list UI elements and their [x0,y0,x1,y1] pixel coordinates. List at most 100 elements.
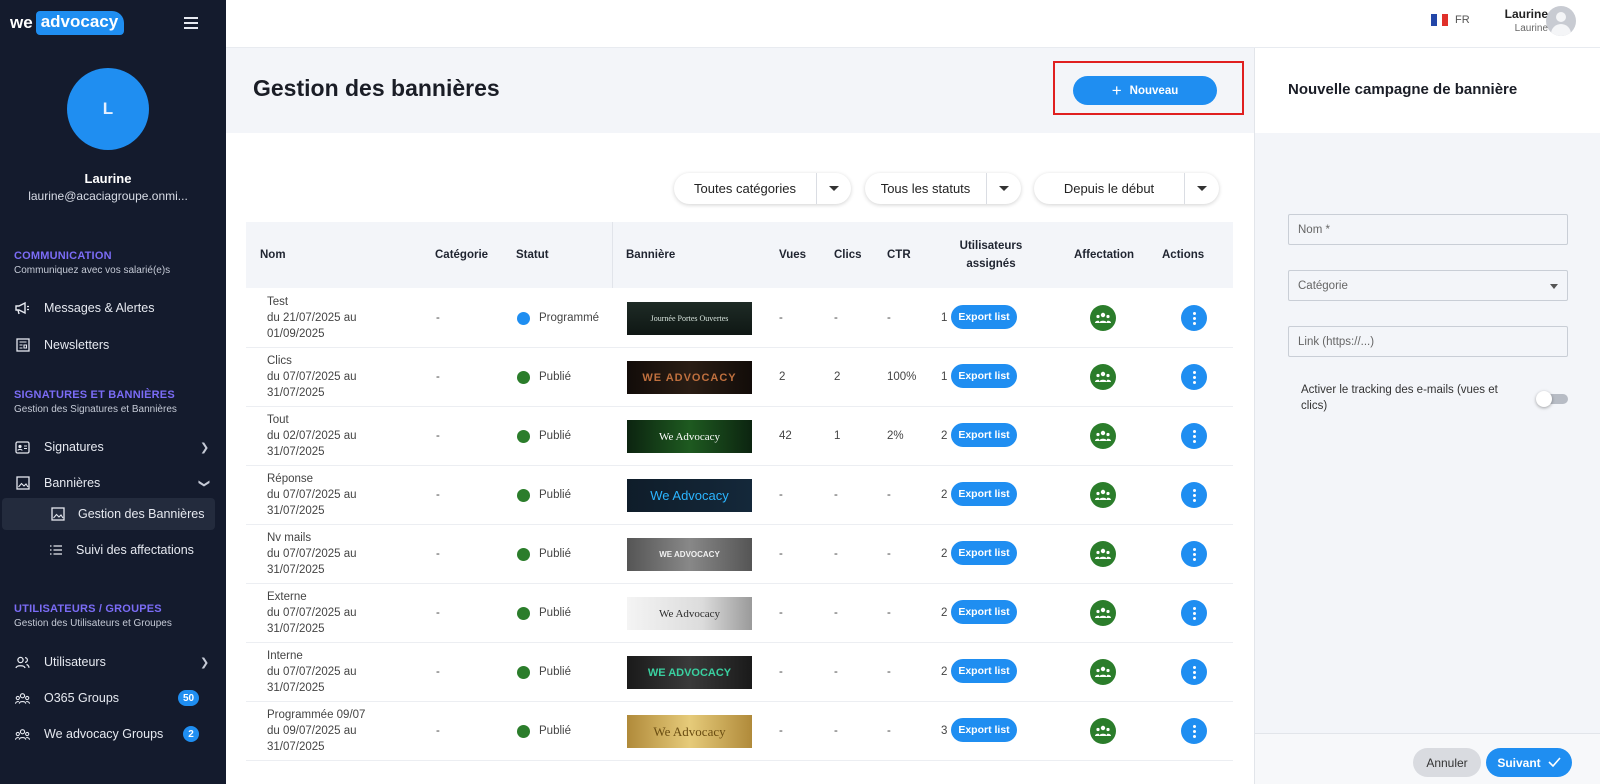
assignment-button[interactable] [1090,305,1116,331]
row-actions-menu-button[interactable] [1181,659,1207,685]
link-field[interactable]: Link (https://...) [1288,326,1568,357]
assignment-button[interactable] [1090,659,1116,685]
sidebar-item-label: O365 Groups [44,691,120,705]
app-logo[interactable]: we advocacy [10,10,125,36]
export-list-button[interactable]: Export list [951,541,1017,565]
assigned-count: 2 [941,666,948,678]
assignment-button[interactable] [1090,482,1116,508]
assignment-button[interactable] [1090,423,1116,449]
sidebar-item-utilisateurs[interactable]: Utilisateurs ❯ [0,646,216,678]
row-actions-menu-button[interactable] [1181,423,1207,449]
table-row[interactable]: Archivée 09/07 [246,760,1233,784]
table-row[interactable]: Réponse du 07/07/2025 au 31/07/2025 - Publié… [246,465,1233,525]
export-list-button[interactable]: Export list [951,423,1017,447]
sidebar-item-suivi-affectations[interactable]: Suivi des affectations [0,534,216,566]
table-row[interactable]: Programmée 09/07 du 09/07/2025 au 31/07/20… [246,701,1233,761]
banner-thumbnail[interactable]: We Advocacy [627,420,752,453]
table-row[interactable]: Externe du 07/07/2025 au 31/07/2025 - Publié… [246,583,1233,643]
banner-date-end: 31/07/2025 [267,682,325,694]
sidebar: we advocacy L Laurine laurine@acaciagrou… [0,0,226,784]
name-field[interactable]: Nom * [1288,214,1568,245]
export-list-button[interactable]: Export list [951,718,1017,742]
status-dot-icon [517,488,530,502]
category-select[interactable]: Catégorie [1288,270,1568,301]
banner-thumbnail[interactable]: WE ADVOCACY [627,538,752,571]
assignment-button[interactable] [1090,364,1116,390]
row-actions-menu-button[interactable] [1181,364,1207,390]
column-header-category[interactable]: Catégorie [435,222,488,288]
banner-thumbnail[interactable]: We Advocacy [627,597,752,630]
banner-name-cell: Nv mails du 07/07/2025 au 31/07/2025 [267,524,407,584]
user-avatar-icon[interactable] [1546,6,1576,36]
row-actions-menu-button[interactable] [1181,541,1207,567]
dropdown-caret-icon[interactable] [987,186,1021,191]
banner-date-end: 31/07/2025 [267,741,325,753]
sidebar-item-label: We advocacy Groups [44,727,164,741]
banner-thumbnail[interactable]: We Advocacy [627,715,752,748]
table-row[interactable]: Nv mails du 07/07/2025 au 31/07/2025 - Publi… [246,524,1233,584]
status-filter[interactable]: Tous les statuts [865,173,1021,204]
ctr-value: - [887,607,891,619]
sidebar-item-messages[interactable]: Messages & Alertes [0,292,216,324]
export-list-button[interactable]: Export list [951,305,1017,329]
section-title-communication: COMMUNICATION [14,250,112,262]
row-actions-menu-button[interactable] [1181,718,1207,744]
sidebar-item-o365-groups[interactable]: O365 Groups 50 [0,682,216,714]
sidebar-item-bannieres[interactable]: Bannières ❯ [0,467,216,499]
banner-thumbnail[interactable]: WE ADVOCACY [627,361,752,394]
banner-thumbnail[interactable]: Journée Portes Ouvertes [627,302,752,335]
groups-icon [1095,430,1111,441]
table-row[interactable]: Test du 21/07/2025 au 01/09/2025 - Programmé… [246,288,1233,348]
banner-name-cell: Interne du 07/07/2025 au 31/07/2025 [267,642,407,702]
dropdown-caret-icon[interactable] [817,186,851,191]
category-filter[interactable]: Toutes catégories [674,173,851,204]
column-header-name[interactable]: Nom [260,222,286,288]
row-actions-menu-button[interactable] [1181,482,1207,508]
export-list-button[interactable]: Export list [951,600,1017,624]
status-filter-value: Tous les statuts [865,173,987,204]
sidebar-item-label: Utilisateurs [44,655,106,669]
sidebar-item-newsletters[interactable]: Newsletters [0,329,216,361]
column-header-status[interactable]: Statut [516,222,549,288]
top-user-info[interactable]: Laurine Laurine [1490,7,1548,34]
sidebar-item-signatures[interactable]: Signatures ❯ [0,431,216,463]
table-row[interactable]: Tout du 02/07/2025 au 31/07/2025 - Publié We … [246,406,1233,466]
column-header-clicks[interactable]: Clics [834,222,862,288]
assignment-button[interactable] [1090,541,1116,567]
row-actions-menu-button[interactable] [1181,305,1207,331]
new-banner-button[interactable]: + Nouveau [1073,76,1217,105]
banner-date-start: du 07/07/2025 au [267,607,357,619]
banner-date-end: 31/07/2025 [267,564,325,576]
next-button[interactable]: Suivant [1486,748,1572,777]
banner-date-start: du 07/07/2025 au [267,548,357,560]
export-list-button[interactable]: Export list [951,659,1017,683]
banner-thumbnail[interactable]: We Advocacy [627,479,752,512]
export-list-button[interactable]: Export list [951,364,1017,388]
tracking-toggle[interactable] [1536,391,1568,407]
assignment-button[interactable] [1090,718,1116,744]
banner-thumbnail[interactable]: WE ADVOCACY [627,656,752,689]
assignment-button[interactable] [1090,600,1116,626]
table-row[interactable]: Clics du 07/07/2025 au 31/07/2025 - Publié WE… [246,347,1233,407]
sidebar-item-weadvocacy-groups[interactable]: We advocacy Groups 2 [0,718,216,750]
sidebar-item-label: Signatures [44,440,104,454]
cancel-button[interactable]: Annuler [1413,748,1481,777]
banner-thumbnail-text: We Advocacy [658,607,721,620]
hamburger-menu-icon[interactable] [184,17,198,29]
period-filter[interactable]: Depuis le début [1034,173,1219,204]
export-list-button[interactable]: Export list [951,482,1017,506]
status-label: Publié [539,666,571,678]
table-header: Nom Catégorie Statut Bannière Vues Clics… [246,222,1233,288]
banner-date-start: du 07/07/2025 au [267,666,357,678]
logo-we-text: we [10,13,33,32]
banner-thumbnail-text: We Advocacy [650,488,729,503]
column-header-views[interactable]: Vues [779,222,806,288]
row-actions-menu-button[interactable] [1181,600,1207,626]
user-avatar[interactable]: L [67,68,149,150]
table-row[interactable]: Interne du 07/07/2025 au 31/07/2025 - Publié… [246,642,1233,702]
sidebar-item-gestion-bannieres[interactable]: Gestion des Bannières [2,498,215,530]
column-header-ctr[interactable]: CTR [887,222,911,288]
dropdown-caret-icon[interactable] [1185,186,1219,191]
language-selector[interactable]: FR [1431,14,1470,26]
panel-header: Nouvelle campagne de bannière [1255,48,1600,133]
